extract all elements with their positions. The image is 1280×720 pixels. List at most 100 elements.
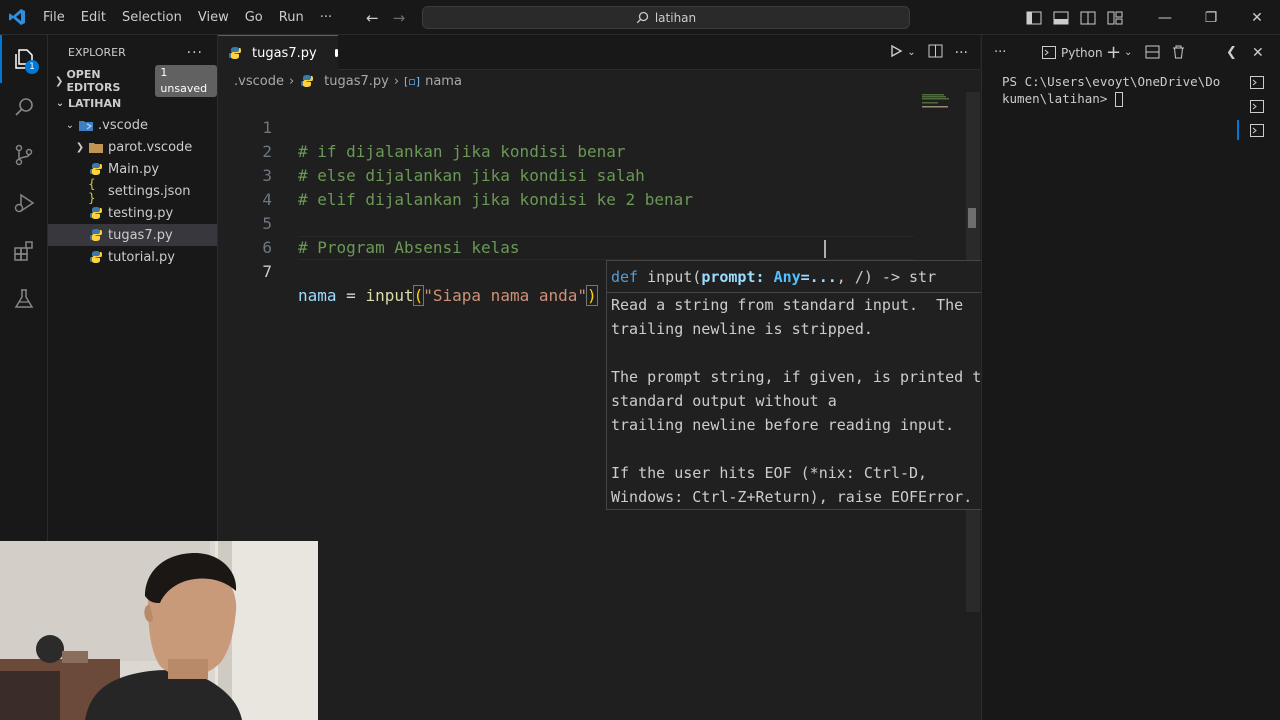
terminal-icon (1250, 75, 1264, 89)
toggle-panel-icon[interactable] (1047, 0, 1074, 35)
menu-run[interactable]: Run (271, 0, 312, 35)
testing-view-button[interactable] (0, 275, 48, 323)
menu-more[interactable]: ··· (312, 0, 340, 35)
variable-symbol-icon: [▫] (404, 74, 421, 88)
tree-item-tutorial-py[interactable]: tutorial.py (48, 246, 217, 268)
run-python-file-icon[interactable] (889, 44, 903, 62)
python-file-icon (88, 205, 104, 221)
code-line[interactable]: 6 (218, 212, 918, 257)
terminal-tab-2[interactable] (1234, 94, 1280, 118)
open-editors-label: OPEN EDITORS (66, 68, 121, 94)
menu-selection[interactable]: Selection (114, 0, 190, 35)
sig-colon: : (755, 268, 774, 286)
tree-item-tugas7-py[interactable]: tugas7.py (48, 224, 217, 246)
hover-documentation-popup: def input(prompt: Any=..., /) -> str Rea… (606, 260, 1046, 510)
tree-item-testing-py[interactable]: testing.py (48, 202, 217, 224)
breadcrumb-file[interactable]: tugas7.py (324, 74, 389, 89)
sig-default: =... (800, 268, 837, 286)
tree-item-settings-json[interactable]: { } settings.json (48, 177, 217, 205)
search-text: latihan (654, 10, 697, 25)
code-line[interactable]: 2 # else dijalankan jika kondisi salah (218, 116, 918, 185)
editor-tab-bar: tugas7.py ⌄ ··· (218, 35, 980, 70)
customize-layout-icon[interactable] (1101, 0, 1128, 35)
unsaved-dot-icon[interactable] (334, 49, 338, 57)
scrollbar-thumb[interactable] (968, 208, 976, 228)
tree-item-label: tutorial.py (108, 249, 175, 265)
python-file-icon (299, 73, 315, 89)
close-panel-icon[interactable]: ✕ (1252, 45, 1264, 61)
webcam-overlay (0, 541, 318, 720)
search-icon (15, 98, 33, 116)
search-view-button[interactable] (0, 83, 48, 131)
kill-terminal-icon[interactable] (1172, 45, 1185, 62)
extensions-view-button[interactable] (0, 227, 48, 275)
python-file-icon (228, 45, 242, 61)
terminal-tab-3[interactable] (1234, 118, 1280, 142)
terminal-tab-1[interactable] (1234, 70, 1280, 94)
restore-button[interactable]: ❐ (1188, 0, 1234, 35)
terminal-cursor (1114, 92, 1123, 107)
split-terminal-icon[interactable] (1145, 45, 1160, 62)
chevron-down-icon: ⌄ (55, 97, 65, 109)
menu-bar: File Edit Selection View Go Run ··· (35, 0, 340, 35)
tab-label: tugas7.py (252, 45, 317, 61)
terminal-more-icon[interactable]: ··· (994, 45, 1006, 60)
terminal-profile[interactable]: Python (1042, 46, 1103, 60)
breadcrumb-folder[interactable]: .vscode (234, 74, 284, 89)
unsaved-badge: 1 unsaved (155, 65, 217, 97)
run-debug-view-button[interactable] (0, 179, 48, 227)
menu-go[interactable]: Go (237, 0, 271, 35)
split-editor-icon[interactable] (928, 44, 943, 62)
code-line[interactable]: 3 # elif dijalankan jika kondisi ke 2 be… (218, 140, 918, 209)
terminal-icon (1250, 99, 1264, 113)
toggle-secondary-sidebar-icon[interactable] (1074, 0, 1101, 35)
tree-item-vscode-folder[interactable]: ⌄ .vscode (48, 114, 217, 136)
open-editors-section[interactable]: ❯ OPEN EDITORS 1 unsaved (48, 65, 217, 97)
breadcrumb-symbol[interactable]: nama (425, 74, 462, 89)
close-button[interactable]: ✕ (1234, 0, 1280, 35)
folder-icon (88, 139, 104, 155)
token-string: "Siapa nama anda" (423, 286, 588, 305)
tree-item-label: settings.json (108, 183, 191, 199)
tree-item-label: testing.py (108, 205, 174, 221)
forward-arrow-icon[interactable]: → (393, 9, 406, 27)
tree-item-parot-folder[interactable]: ❯ parot.vscode (48, 136, 217, 158)
chevron-right-icon: ❯ (55, 75, 64, 87)
source-control-view-button[interactable] (0, 131, 48, 179)
python-file-icon (88, 161, 104, 177)
menu-file[interactable]: File (35, 0, 73, 35)
sig-param: prompt (701, 268, 756, 286)
more-actions-icon[interactable]: ··· (187, 45, 203, 61)
sidebar-title: EXPLORER (68, 46, 126, 59)
terminal-output[interactable]: PS C:\Users\evoyt\OneDrive\Do kumen\lati… (1002, 73, 1232, 107)
toggle-primary-sidebar-icon[interactable] (1020, 0, 1047, 35)
sig-type: Any (773, 268, 801, 286)
run-dropdown-chevron-icon[interactable]: ⌄ (907, 47, 915, 58)
menu-view[interactable]: View (190, 0, 237, 35)
code-line-current[interactable]: 7 nama = input("Siapa nama anda") (218, 236, 918, 306)
code-line[interactable]: 1 # if dijalankan jika kondisi benar (218, 92, 918, 161)
terminal-prompt: PS C:\Users\evoyt\OneDrive\Do kumen\lati… (1002, 74, 1221, 106)
sig-function: input( (647, 268, 702, 286)
minimap[interactable] (920, 92, 966, 112)
back-arrow-icon[interactable]: ← (366, 9, 379, 27)
new-terminal-icon[interactable]: + (1106, 42, 1121, 63)
menu-edit[interactable]: Edit (73, 0, 114, 35)
minimize-button[interactable]: — (1142, 0, 1188, 35)
code-line[interactable]: 4 (218, 164, 918, 209)
chevron-left-icon[interactable]: ❮ (1226, 45, 1237, 60)
explorer-view-button[interactable]: 1 (0, 35, 48, 83)
token-operator: = (336, 286, 366, 305)
breadcrumb-separator-icon: › (393, 73, 400, 89)
tree-item-main-py[interactable]: Main.py (48, 158, 217, 180)
tree-item-label: parot.vscode (108, 139, 193, 155)
command-center-search[interactable]: latihan (422, 6, 910, 29)
tree-item-label: tugas7.py (108, 227, 173, 243)
chevron-down-icon[interactable]: ⌄ (1124, 47, 1132, 58)
code-line[interactable]: 5 # Program Absensi kelas (218, 188, 918, 257)
token-variable: nama (298, 286, 337, 305)
tab-tugas7-py[interactable]: tugas7.py (218, 35, 338, 70)
editor-more-actions-icon[interactable]: ··· (955, 45, 968, 61)
python-file-icon (88, 227, 104, 243)
json-file-icon: { } (88, 177, 96, 205)
